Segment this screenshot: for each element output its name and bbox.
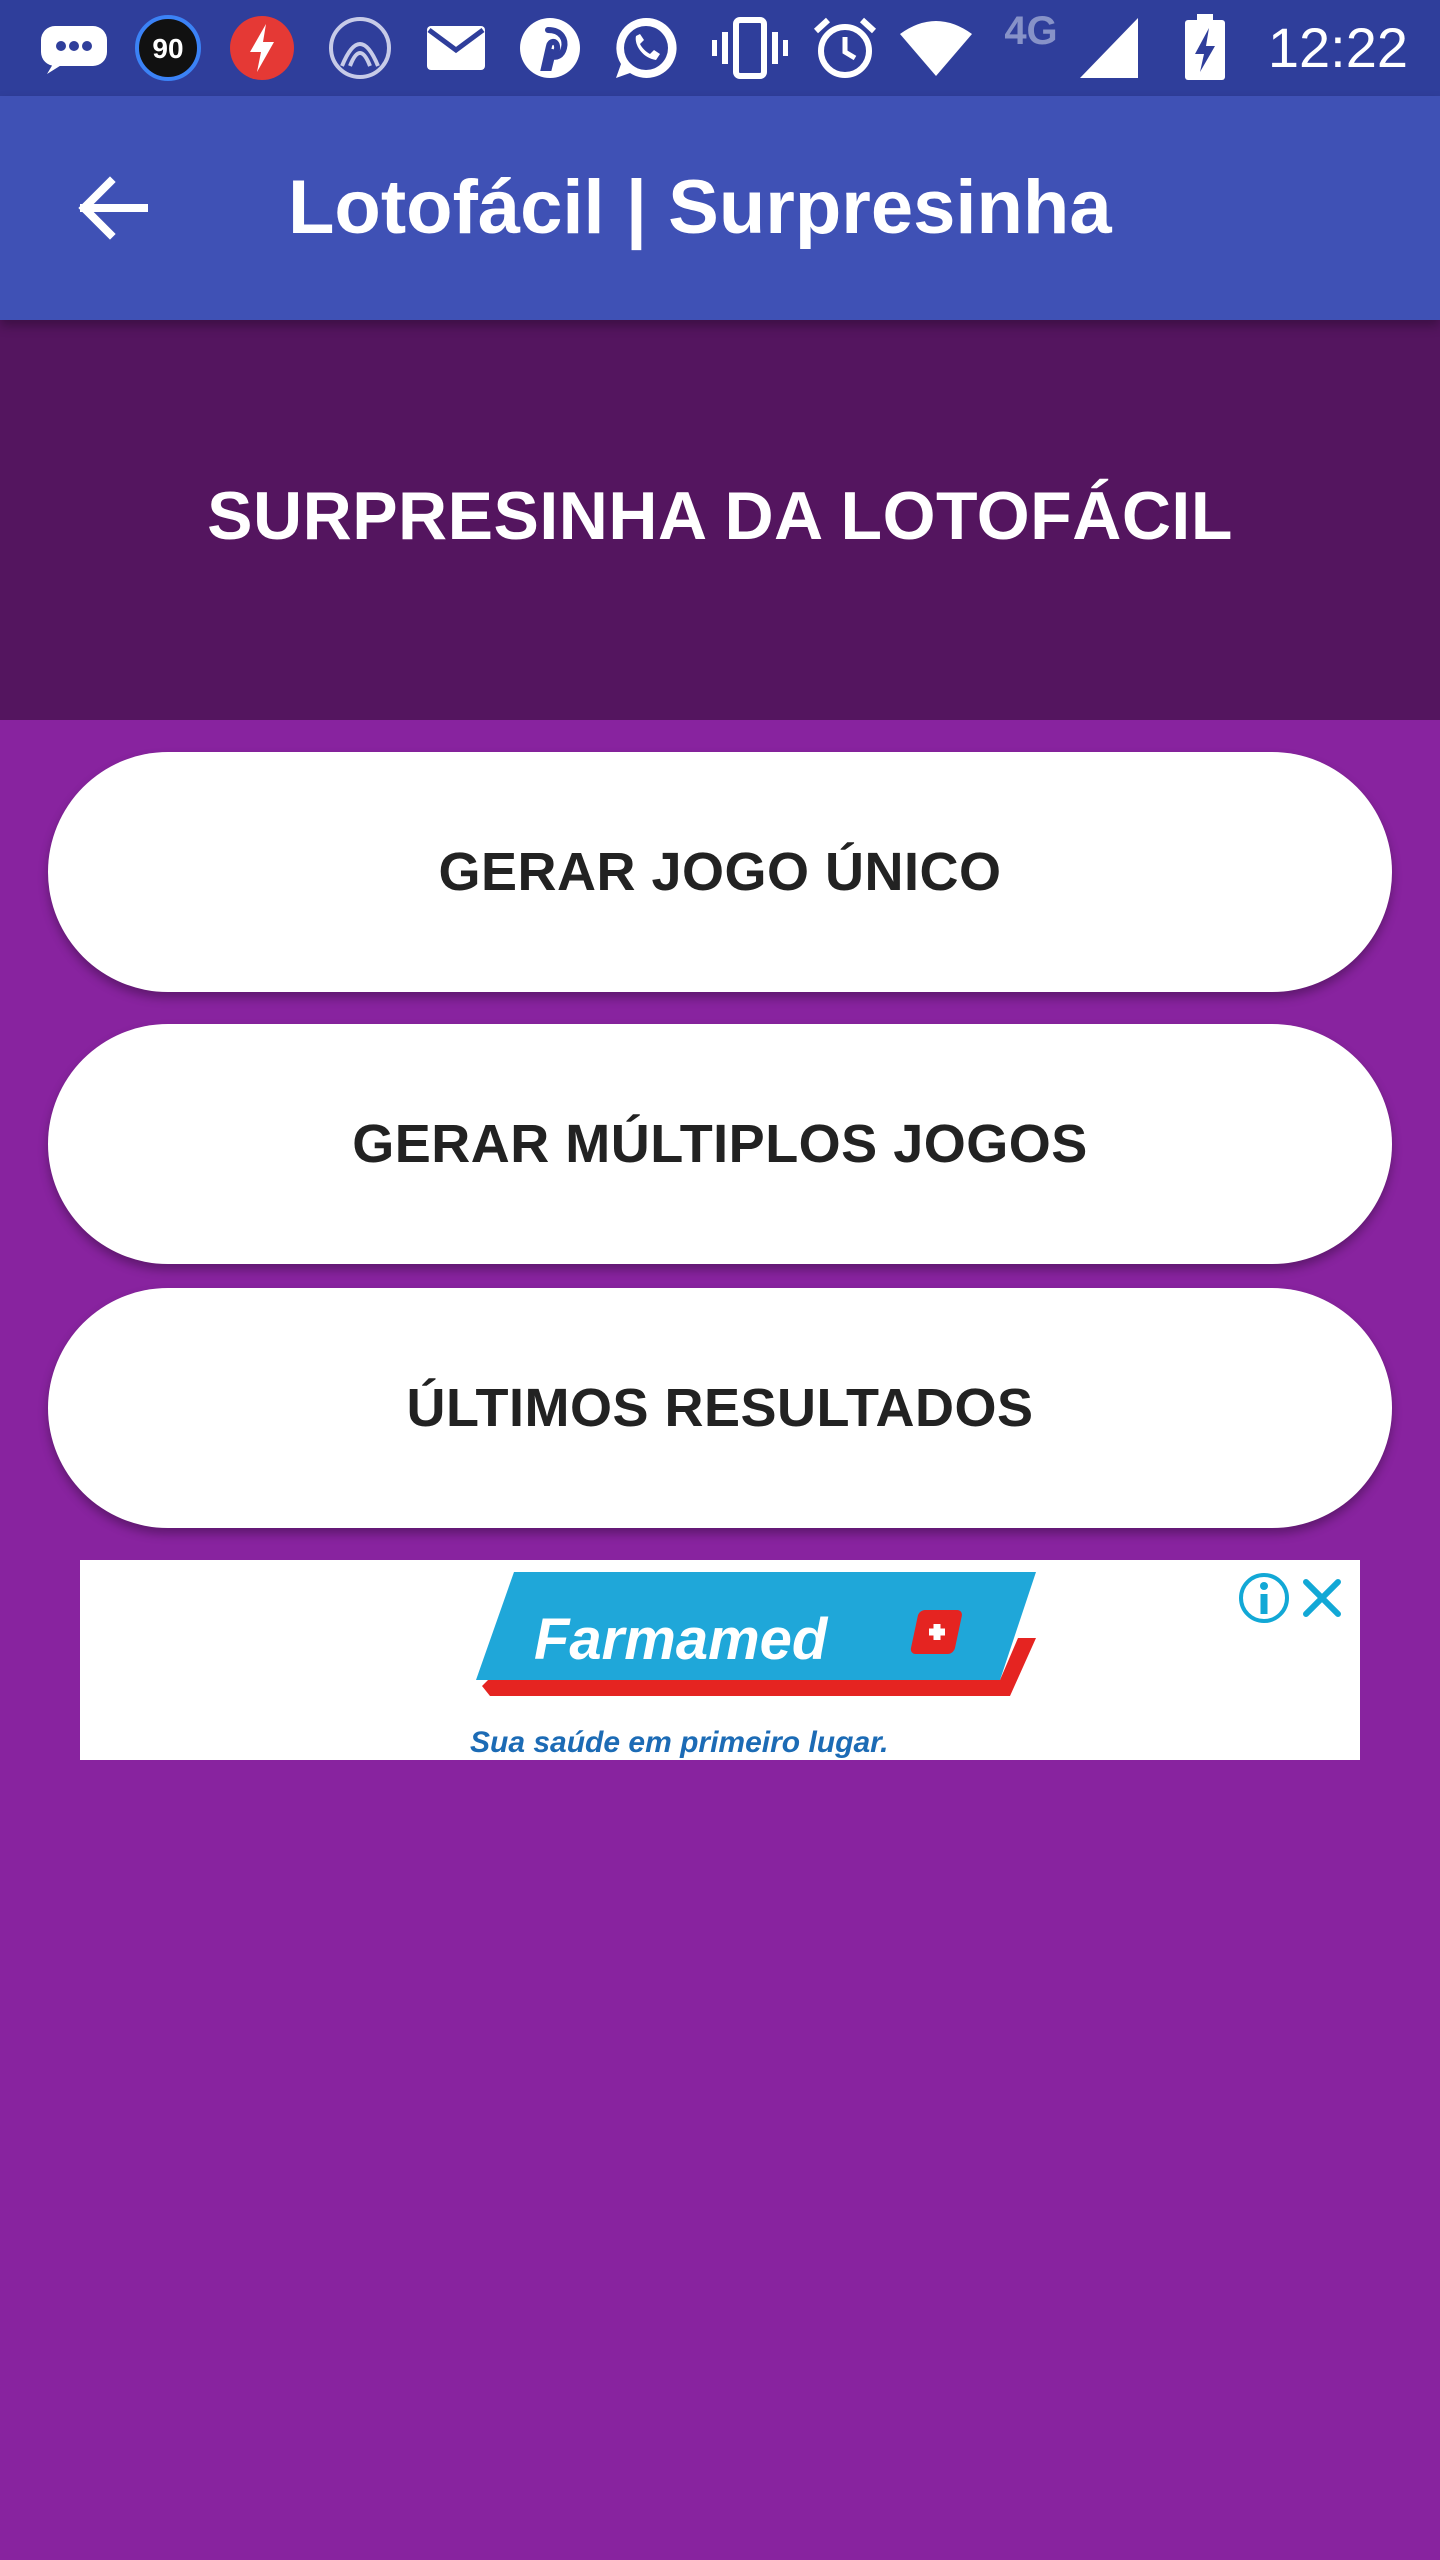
ad-tagline: Sua saúde em primeiro lugar. [470, 1726, 889, 1759]
badge-number: 90 [152, 33, 183, 64]
mail-icon [424, 14, 488, 82]
app-bar: Lotofácil | Surpresinha [0, 96, 1440, 320]
close-icon[interactable] [1294, 1570, 1350, 1626]
status-time: 12:22 [1267, 16, 1408, 79]
status-bar: 90 4G 12:22 [0, 0, 1440, 96]
header-banner: SURPRESINHA DA LOTOFÁCIL [0, 320, 1440, 720]
flash-app-icon [228, 14, 296, 82]
pinterest-icon [518, 14, 582, 82]
battery-charging-icon [1182, 14, 1228, 82]
wifi-icon [898, 14, 974, 82]
arc-app-icon [326, 14, 394, 82]
generate-single-game-button[interactable]: GERAR JOGO ÚNICO [48, 752, 1392, 992]
badge-90-icon: 90 [134, 14, 202, 82]
generate-multiple-games-button[interactable]: GERAR MÚLTIPLOS JOGOS [48, 1024, 1392, 1264]
page-title: Lotofácil | Surpresinha [288, 165, 1112, 250]
cell-signal-icon [1078, 14, 1142, 82]
info-icon[interactable] [1236, 1570, 1292, 1626]
back-button[interactable] [56, 152, 168, 264]
vibrate-icon [712, 14, 788, 82]
messages-icon [38, 14, 110, 82]
whatsapp-icon [612, 14, 680, 82]
ad-banner[interactable]: Farmamed Sua saúde em primeiro lugar. [80, 1560, 1360, 1760]
network-type-label: 4G [1004, 8, 1058, 53]
banner-title: SURPRESINHA DA LOTOFÁCIL [207, 478, 1233, 554]
alarm-icon [812, 14, 878, 82]
latest-results-button[interactable]: ÚLTIMOS RESULTADOS [48, 1288, 1392, 1528]
ad-brand: Farmamed [534, 1607, 828, 1672]
arrow-back-icon [78, 176, 148, 240]
